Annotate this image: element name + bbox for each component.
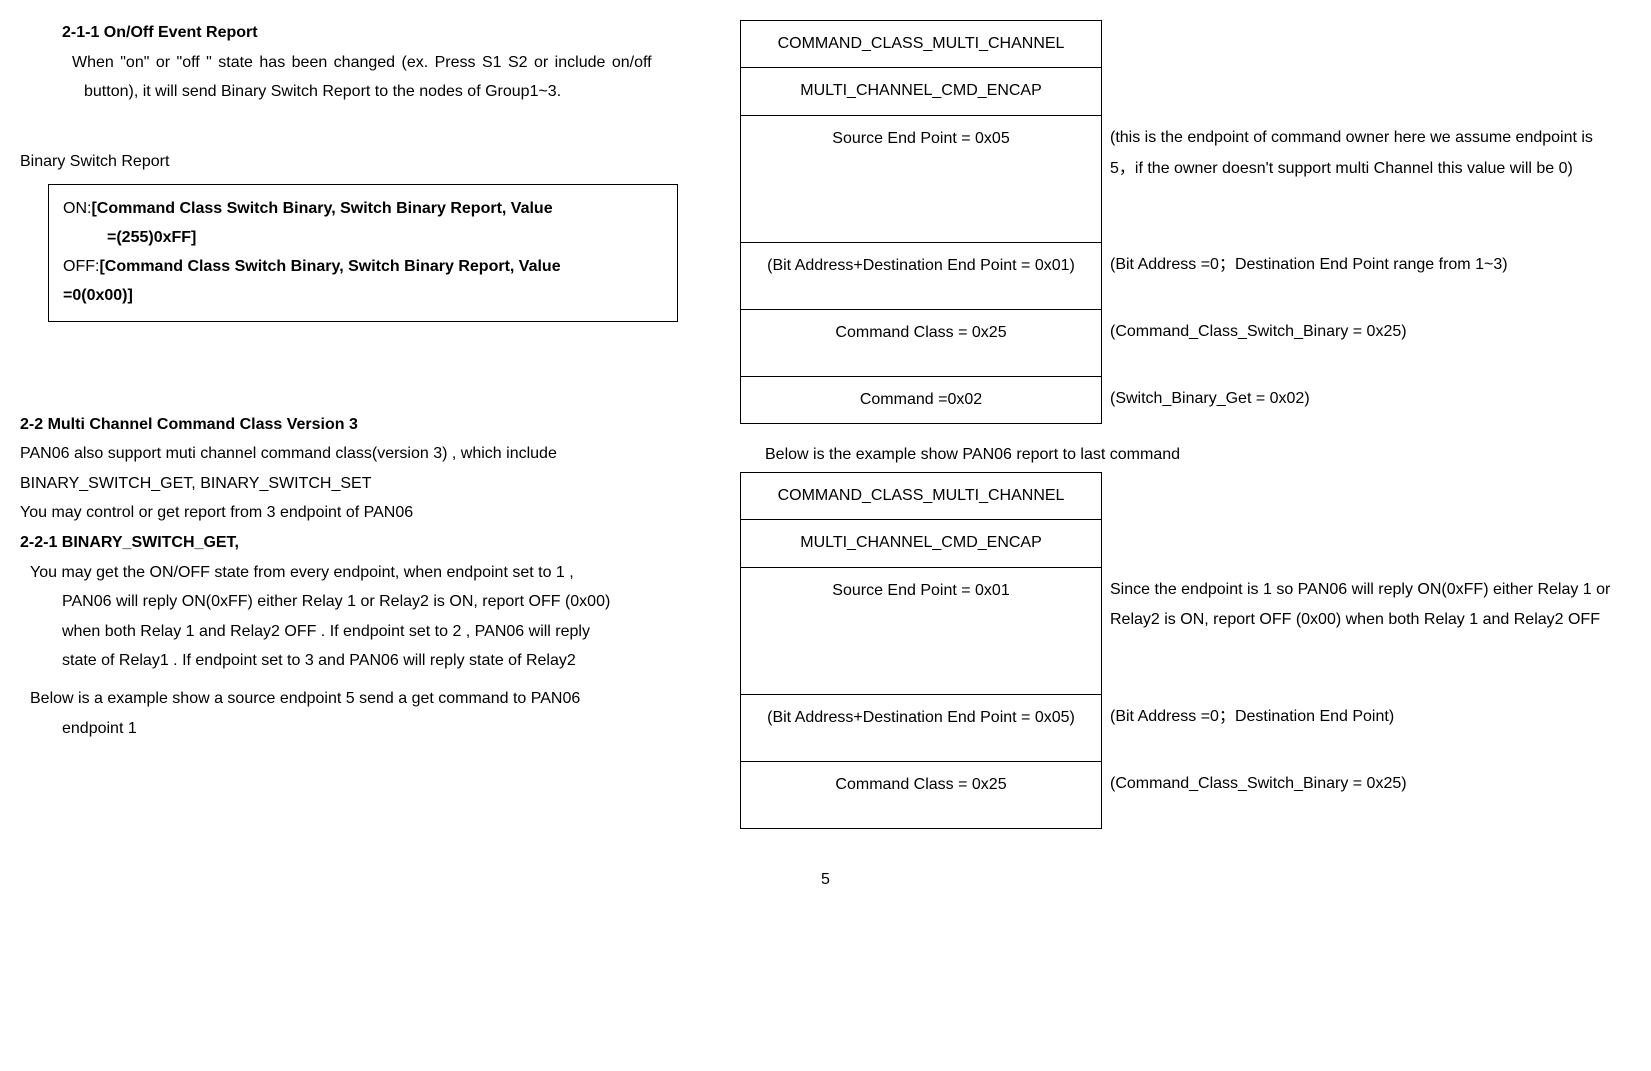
t1-r6-right: (Switch_Binary_Get = 0x02) bbox=[1102, 376, 1631, 423]
t1-r1-left: COMMAND_CLASS_MULTI_CHANNEL bbox=[741, 21, 1102, 68]
t1-r3-right: (this is the endpoint of command owner h… bbox=[1102, 115, 1631, 242]
binary-switch-report-box: ON:[Command Class Switch Binary, Switch … bbox=[48, 184, 678, 321]
t1-r1-right bbox=[1102, 21, 1631, 116]
t1-r4-right: (Bit Address =0；Destination End Point ra… bbox=[1102, 242, 1631, 309]
heading-2-1-1: 2-1-1 On/Off Event Report bbox=[20, 20, 700, 46]
t2-r3-left: Source End Point = 0x01 bbox=[741, 567, 1102, 694]
box-off-prefix: OFF: bbox=[63, 258, 99, 275]
t2-r3-right: Since the endpoint is 1 so PAN06 will re… bbox=[1102, 567, 1631, 694]
t2-r4-right: (Bit Address =0；Destination End Point) bbox=[1102, 694, 1631, 761]
t1-r4-left: (Bit Address+Destination End Point = 0x0… bbox=[741, 242, 1102, 309]
t1-r5-left: Command Class = 0x25 bbox=[741, 309, 1102, 376]
t1-r5-right: (Command_Class_Switch_Binary = 0x25) bbox=[1102, 309, 1631, 376]
para-2-1-1-a: When "on" or "off " state has been chang… bbox=[20, 50, 700, 76]
para-2-2-1-f: endpoint 1 bbox=[20, 716, 700, 742]
heading-2-2: 2-2 Multi Channel Command Class Version … bbox=[20, 412, 700, 438]
t2-r1-left: COMMAND_CLASS_MULTI_CHANNEL bbox=[741, 472, 1102, 519]
para-2-2-1-e: Below is a example show a source endpoin… bbox=[20, 686, 700, 712]
command-table-2: COMMAND_CLASS_MULTI_CHANNEL MULTI_CHANNE… bbox=[740, 472, 1630, 829]
t2-r1-right bbox=[1102, 472, 1631, 567]
t2-r5-right: (Command_Class_Switch_Binary = 0x25) bbox=[1102, 761, 1631, 828]
box-off-body-1: [Command Class Switch Binary, Switch Bin… bbox=[99, 258, 560, 275]
para-2-2-1-b: PAN06 will reply ON(0xFF) either Relay 1… bbox=[20, 589, 700, 615]
heading-2-2-1: 2-2-1 BINARY_SWITCH_GET, bbox=[20, 530, 700, 556]
binary-switch-report-title: Binary Switch Report bbox=[20, 149, 700, 175]
t1-r3-left: Source End Point = 0x05 bbox=[741, 115, 1102, 242]
para-2-2-c: You may control or get report from 3 end… bbox=[20, 500, 700, 526]
t1-r6-left: Command =0x02 bbox=[741, 376, 1102, 423]
box-on-body-1: [Command Class Switch Binary, Switch Bin… bbox=[91, 200, 552, 217]
box-on-body-2: =(255)0xFF] bbox=[63, 224, 663, 253]
t2-r2-left: MULTI_CHANNEL_CMD_ENCAP bbox=[741, 520, 1102, 567]
t2-r4-left: (Bit Address+Destination End Point = 0x0… bbox=[741, 694, 1102, 761]
box-off-body-2: =0(0x00)] bbox=[63, 282, 663, 311]
command-table-1: COMMAND_CLASS_MULTI_CHANNEL MULTI_CHANNE… bbox=[740, 20, 1630, 424]
t1-r2-left: MULTI_CHANNEL_CMD_ENCAP bbox=[741, 68, 1102, 115]
table2-caption: Below is the example show PAN06 report t… bbox=[740, 442, 1630, 468]
box-on-prefix: ON: bbox=[63, 200, 91, 217]
para-2-2-a: PAN06 also support muti channel command … bbox=[20, 441, 700, 467]
para-2-2-1-a: You may get the ON/OFF state from every … bbox=[20, 560, 700, 586]
para-2-2-1-d: state of Relay1 . If endpoint set to 3 a… bbox=[20, 648, 700, 674]
t2-r5-left: Command Class = 0x25 bbox=[741, 761, 1102, 828]
para-2-2-1-c: when both Relay 1 and Relay2 OFF . If en… bbox=[20, 619, 700, 645]
para-2-1-1-b: button), it will send Binary Switch Repo… bbox=[20, 79, 700, 105]
page-number: 5 bbox=[20, 867, 1631, 893]
para-2-2-b: BINARY_SWITCH_GET, BINARY_SWITCH_SET bbox=[20, 471, 700, 497]
